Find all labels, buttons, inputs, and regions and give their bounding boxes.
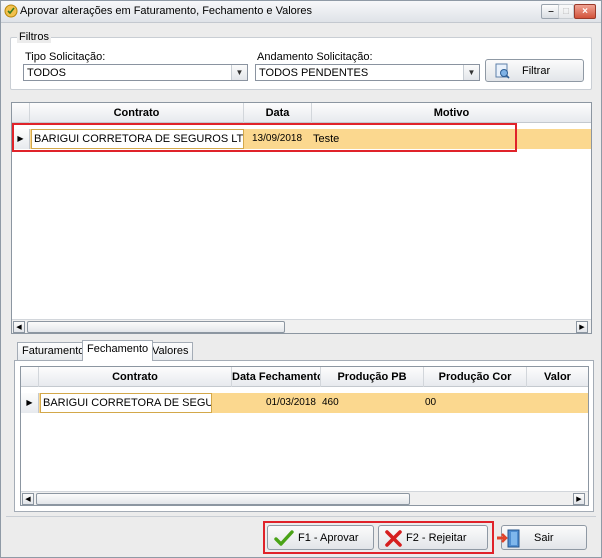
exit-door-icon bbox=[497, 529, 520, 548]
andamento-solicitacao-value: TODOS PENDENTES bbox=[259, 67, 369, 79]
scroll-right-icon[interactable]: ▶ bbox=[576, 321, 588, 333]
filter-button[interactable]: Filtrar bbox=[485, 59, 584, 82]
row-indicator-header bbox=[21, 367, 39, 387]
filter-button-label: Filtrar bbox=[522, 64, 551, 77]
cell-contrato[interactable]: BARIGUI CORRETORA DE SEGUR... bbox=[40, 393, 212, 413]
cell-data-fechamento[interactable]: 01/03/2018 bbox=[232, 393, 316, 413]
scroll-left-icon[interactable]: ◀ bbox=[22, 493, 34, 505]
column-header-contrato[interactable]: Contrato bbox=[39, 367, 232, 387]
cell-producao-pb[interactable]: 460 bbox=[322, 393, 422, 413]
tab-valores[interactable]: Valores bbox=[147, 342, 194, 361]
maximize-button[interactable]: □ bbox=[558, 4, 574, 19]
tipo-solicitacao-value: TODOS bbox=[27, 67, 66, 79]
exit-button-label: Sair bbox=[534, 531, 554, 544]
chevron-down-icon[interactable]: ▼ bbox=[463, 65, 479, 80]
scroll-thumb[interactable] bbox=[27, 321, 285, 333]
filters-legend: Filtros bbox=[17, 31, 51, 43]
requests-horizontal-scrollbar[interactable]: ◀ ▶ bbox=[12, 319, 591, 333]
column-header-data-fechamento[interactable]: Data Fechamento bbox=[232, 367, 321, 387]
column-header-producao-pb[interactable]: Produção PB bbox=[321, 367, 424, 387]
approval-window: Aprovar alterações em Faturamento, Fecha… bbox=[0, 0, 602, 558]
closing-grid: Contrato Data Fechamento Produção PB Pro… bbox=[20, 366, 589, 506]
approval-app-icon bbox=[4, 4, 18, 18]
tipo-solicitacao-select[interactable]: TODOS ▼ bbox=[23, 64, 248, 81]
action-buttons-highlight bbox=[263, 521, 494, 554]
cell-producao-cor[interactable]: 00 bbox=[425, 393, 525, 413]
column-header-contrato[interactable]: Contrato bbox=[30, 103, 244, 123]
filter-icon bbox=[495, 63, 510, 79]
closing-grid-header: Contrato Data Fechamento Produção PB Pro… bbox=[21, 367, 588, 387]
scroll-right-icon[interactable]: ▶ bbox=[573, 493, 585, 505]
tipo-solicitacao-label: Tipo Solicitação: bbox=[25, 51, 106, 63]
row-indicator-header bbox=[12, 103, 30, 123]
tab-fechamento[interactable]: Fechamento bbox=[82, 340, 154, 361]
column-header-motivo[interactable]: Motivo bbox=[312, 103, 591, 123]
selected-row-highlight bbox=[12, 123, 517, 152]
exit-button[interactable]: Sair bbox=[497, 525, 587, 550]
requests-grid-header: Contrato Data Motivo bbox=[12, 103, 591, 123]
close-button[interactable]: × bbox=[574, 4, 596, 19]
tab-faturamento[interactable]: Faturamento bbox=[17, 342, 90, 361]
chevron-down-icon[interactable]: ▼ bbox=[231, 65, 247, 80]
closing-horizontal-scrollbar[interactable]: ◀ ▶ bbox=[21, 491, 588, 505]
title-bar: Aprovar alterações em Faturamento, Fecha… bbox=[1, 1, 601, 23]
andamento-solicitacao-label: Andamento Solicitação: bbox=[257, 51, 373, 63]
scroll-thumb[interactable] bbox=[36, 493, 410, 505]
column-header-data[interactable]: Data bbox=[244, 103, 312, 123]
maximize-icon: □ bbox=[562, 6, 570, 17]
close-icon: × bbox=[582, 6, 588, 17]
cell-valor[interactable] bbox=[528, 393, 586, 413]
andamento-solicitacao-select[interactable]: TODOS PENDENTES ▼ bbox=[255, 64, 480, 81]
footer-divider bbox=[6, 516, 596, 517]
column-header-producao-cor[interactable]: Produção Cor bbox=[424, 367, 527, 387]
table-row[interactable]: ▶ BARIGUI CORRETORA DE SEGUR... 01/03/20… bbox=[21, 393, 588, 413]
scroll-left-icon[interactable]: ◀ bbox=[13, 321, 25, 333]
window-title: Aprovar alterações em Faturamento, Fecha… bbox=[20, 5, 313, 17]
row-pointer-icon: ▶ bbox=[21, 393, 39, 413]
column-header-valor[interactable]: Valor bbox=[527, 367, 588, 387]
